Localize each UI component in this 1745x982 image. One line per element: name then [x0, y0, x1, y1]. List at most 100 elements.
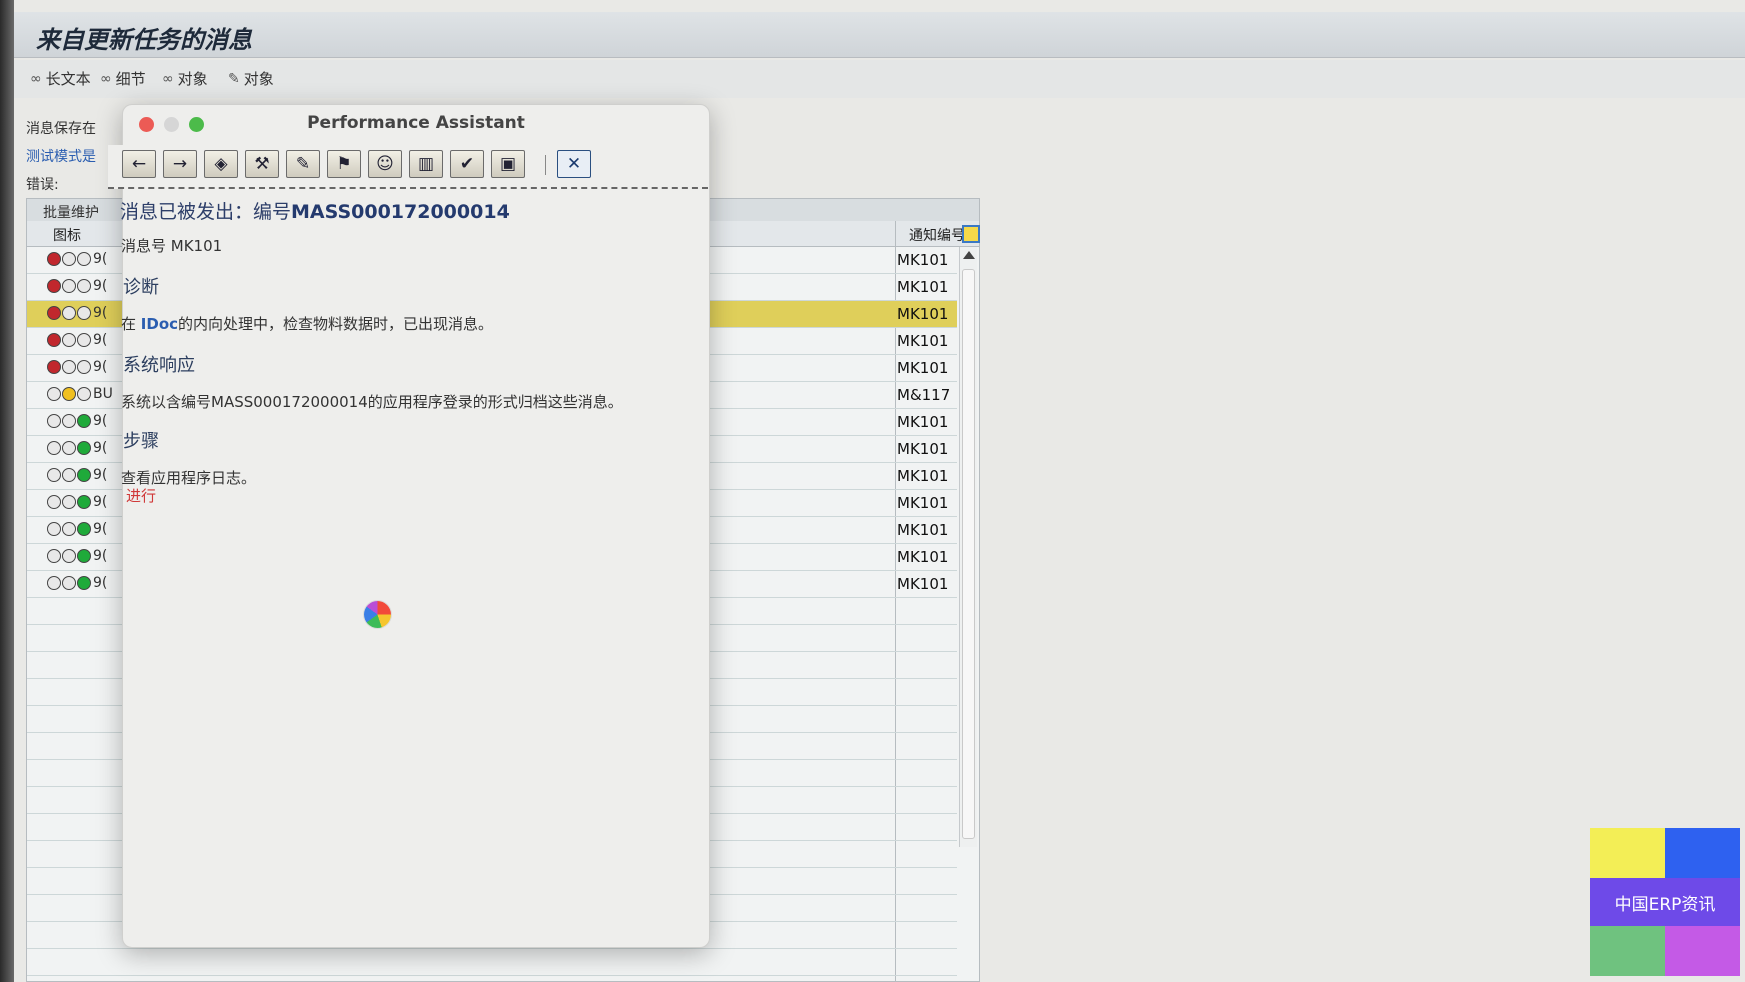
object-edit-button[interactable]: ✎ 对象 [228, 68, 274, 89]
traffic-light-icon [62, 387, 76, 401]
row-type-code: 9( [93, 548, 108, 564]
main-toolbar: ∞ 长文本 ∞ 细节 ∞ 对象 ✎ 对象 [14, 60, 1745, 98]
traffic-light-icon [77, 576, 91, 590]
status-lights-icon [47, 576, 91, 590]
errors-label: 错误: [26, 177, 59, 193]
long-text-button[interactable]: ∞ 长文本 [30, 68, 91, 89]
row-type-code: BU [93, 386, 113, 402]
flag-icon[interactable]: ⚑ [327, 150, 361, 178]
row-type-code: 9( [93, 413, 108, 429]
row-message-number: M&117 [897, 386, 951, 404]
traffic-light-icon [62, 360, 76, 374]
object-view-label: 对象 [177, 70, 208, 88]
traffic-light-icon [62, 441, 76, 455]
execute-link[interactable]: 进行 [126, 485, 156, 506]
close-x-icon[interactable]: ✕ [557, 150, 591, 178]
traffic-light-icon [77, 387, 91, 401]
response-title: 系统响应 [123, 355, 195, 376]
row-type-code: 9( [93, 575, 108, 591]
status-lights-icon [47, 468, 91, 482]
row-message-number: MK101 [897, 467, 949, 485]
steps-title: 步骤 [123, 431, 159, 452]
test-mode-label: 测试模式是 [26, 149, 96, 165]
vertical-scrollbar[interactable] [959, 247, 977, 847]
row-type-code: 9( [93, 332, 108, 348]
traffic-light-icon [47, 576, 61, 590]
detail-button[interactable]: ∞ 细节 [100, 68, 146, 89]
row-type-code: 9( [93, 521, 108, 537]
traffic-light-icon [77, 306, 91, 320]
status-lights-icon [47, 333, 91, 347]
response-text: 系统以含编号MASS000172000014的应用程序登录的形式归档这些消息。 [121, 393, 623, 411]
traffic-light-icon [62, 522, 76, 536]
row-message-number: MK101 [897, 332, 949, 350]
traffic-light-icon [47, 279, 61, 293]
traffic-light-icon [77, 279, 91, 293]
object-edit-label: 对象 [243, 70, 274, 88]
title-bar: 来自更新任务的消息 [14, 12, 1745, 58]
layout-grid-icon[interactable] [962, 225, 980, 243]
traffic-light-icon [62, 306, 76, 320]
toolbar-separator [545, 155, 546, 175]
loading-spinner-icon [364, 601, 391, 628]
traffic-light-icon [47, 306, 61, 320]
scroll-thumb[interactable] [962, 269, 975, 839]
eraser-icon[interactable]: ◈ [204, 150, 238, 178]
dialog-title: Performance Assistant [307, 113, 525, 133]
row-message-number: MK101 [897, 494, 949, 512]
empty-table-row [27, 949, 957, 976]
row-message-number: MK101 [897, 548, 949, 566]
row-type-code: 9( [93, 440, 108, 456]
status-lights-icon [47, 387, 91, 401]
notice-column-header[interactable]: 通知编号 [909, 225, 965, 245]
monitor-icon[interactable]: ▣ [491, 150, 525, 178]
performance-assistant-dialog: Performance Assistant ← → ◈ ⚒ ✎ ⚑ ☺ ▥ ✔ … [108, 104, 710, 948]
edit-icon[interactable]: ✎ [286, 150, 320, 178]
traffic-light-icon [47, 333, 61, 347]
status-lights-icon [47, 360, 91, 374]
traffic-light-icon [47, 468, 61, 482]
scroll-up-icon[interactable] [963, 251, 975, 259]
status-lights-icon [47, 441, 91, 455]
long-text-label: 长文本 [45, 70, 91, 88]
traffic-light-icon [47, 414, 61, 428]
user-icon[interactable]: ☺ [368, 150, 402, 178]
traffic-light-icon [77, 522, 91, 536]
message-number: 消息号 MK101 [121, 237, 223, 255]
diagnosis-title: 诊断 [123, 277, 159, 298]
back-arrow-icon[interactable]: ← [122, 150, 156, 178]
diagnosis-post: 的内向处理中，检查物料数据时，已出现消息。 [178, 315, 494, 333]
status-lights-icon [47, 414, 91, 428]
book-icon[interactable]: ▥ [409, 150, 443, 178]
glasses-icon: ∞ [30, 70, 42, 87]
dialog-toolbar: ← → ◈ ⚒ ✎ ⚑ ☺ ▥ ✔ ▣ ✕ [108, 145, 708, 189]
row-type-code: 9( [93, 305, 108, 321]
row-message-number: MK101 [897, 413, 949, 431]
traffic-light-icon [77, 360, 91, 374]
traffic-light-icon [77, 441, 91, 455]
row-message-number: MK101 [897, 359, 949, 377]
status-lights-icon [47, 495, 91, 509]
diagnosis-text: 在 IDoc的内向处理中，检查物料数据时，已出现消息。 [121, 313, 493, 334]
logo-blue-block [1665, 828, 1740, 878]
check-card-icon[interactable]: ✔ [450, 150, 484, 178]
traffic-light-icon [77, 333, 91, 347]
traffic-light-icon [62, 576, 76, 590]
status-lights-icon [47, 306, 91, 320]
traffic-light-icon [47, 495, 61, 509]
traffic-light-icon [62, 495, 76, 509]
forward-arrow-icon[interactable]: → [163, 150, 197, 178]
logo-yellow-block [1590, 828, 1665, 878]
traffic-light-icon [47, 522, 61, 536]
traffic-light-icon [62, 333, 76, 347]
logo-text: 中国ERP资讯 [1590, 878, 1740, 926]
object-view-button[interactable]: ∞ 对象 [162, 68, 208, 89]
glasses-icon: ∞ [162, 70, 174, 87]
detail-label: 细节 [115, 70, 146, 88]
row-message-number: MK101 [897, 521, 949, 539]
row-message-number: MK101 [897, 278, 949, 296]
heading-prefix: 消息已被发出：编号 [120, 201, 292, 223]
icon-column-header[interactable]: 图标 [53, 225, 81, 245]
tools-icon[interactable]: ⚒ [245, 150, 279, 178]
heading-id: MASS000172000014 [291, 201, 510, 223]
